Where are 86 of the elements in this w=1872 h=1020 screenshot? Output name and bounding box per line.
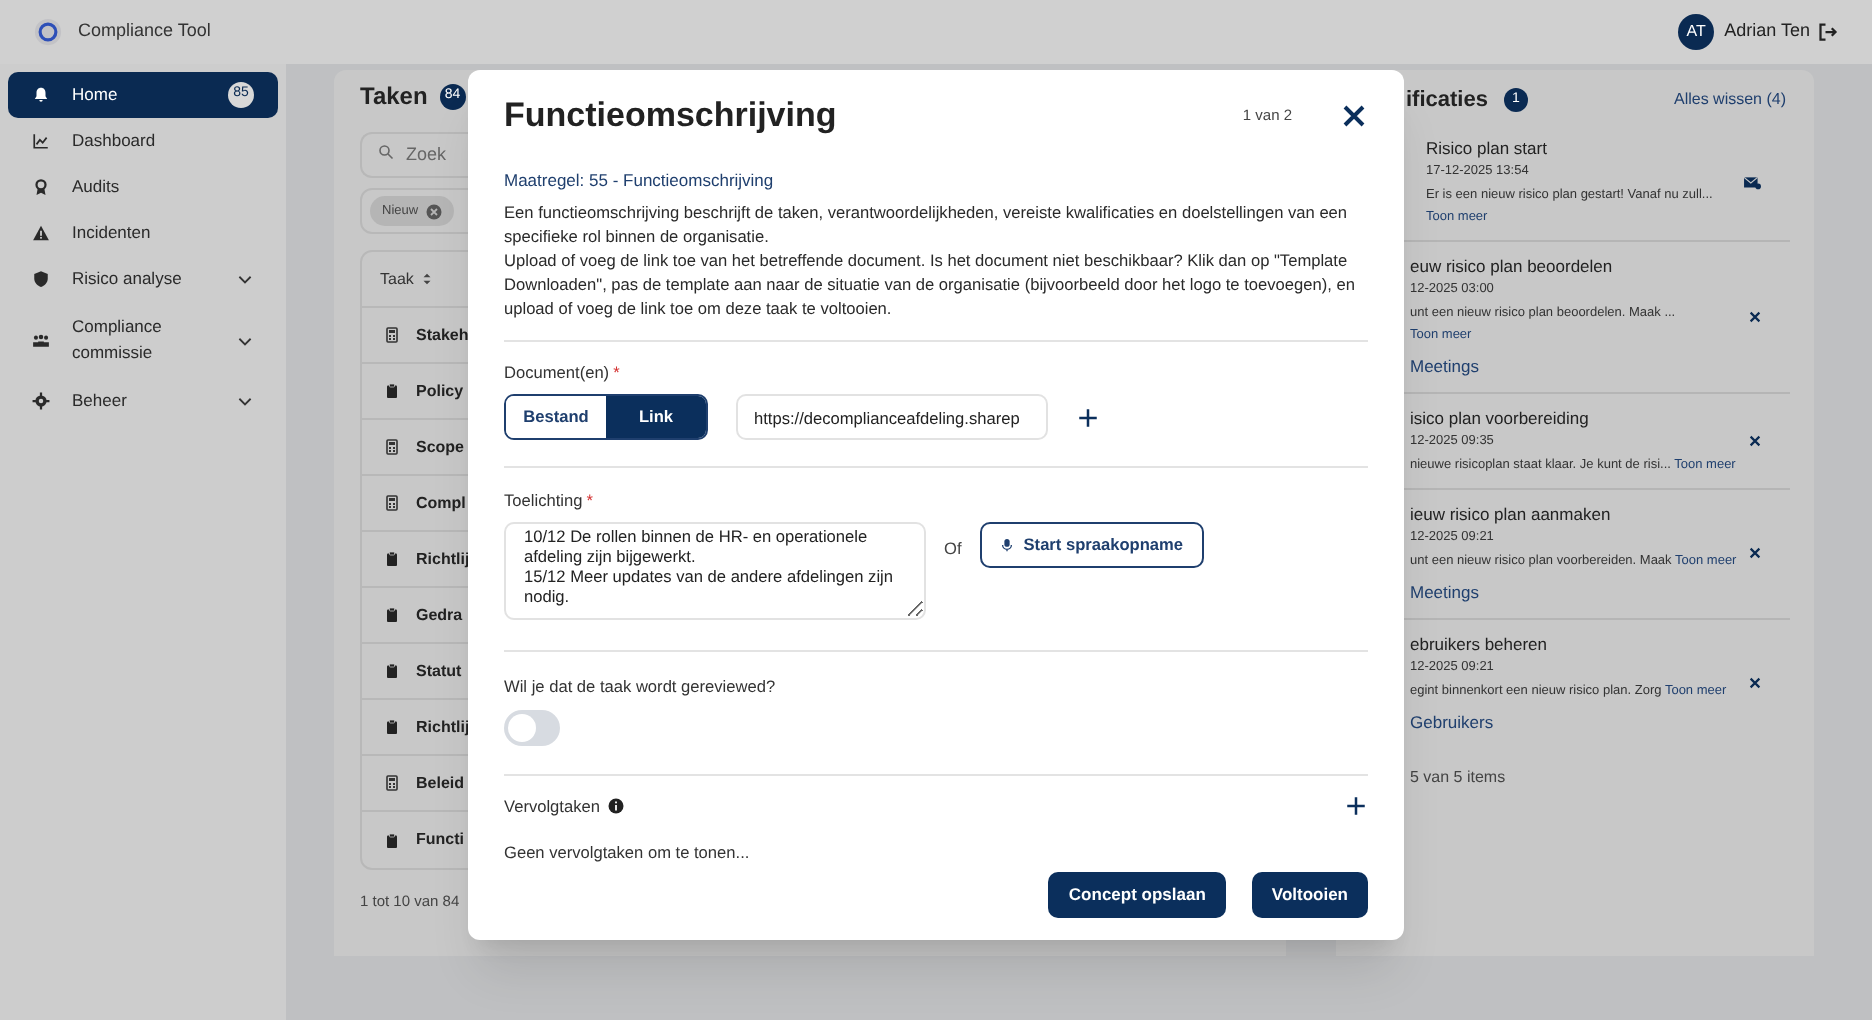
notification-link[interactable]: Meetings [1410, 579, 1479, 605]
required-mark: * [613, 359, 620, 385]
field-label: Document(en) [504, 359, 610, 385]
close-icon [1748, 546, 1762, 561]
task-name[interactable]: Policy [416, 379, 464, 403]
description-text: Een functieomschrijving beschrijft de taken, verantwoordelijkheden, vereiste kwalificaties en doelstellingen van een specifieke rol binnen de organisatie. [504, 199, 1350, 248]
voice-record-button[interactable]: Start spraakopname [979, 521, 1204, 568]
plus-icon [1078, 407, 1098, 428]
plus-icon [1346, 796, 1366, 817]
task-name[interactable]: Richtlij [416, 547, 470, 571]
line-chart-icon [32, 132, 50, 150]
calculator-icon [384, 438, 400, 456]
review-question: Wil je dat de taak wordt gereviewed? [504, 673, 778, 699]
shield-icon [32, 270, 50, 288]
close-icon [1748, 675, 1762, 690]
bell-icon [32, 86, 50, 104]
action-button[interactable]: Voltooien [1251, 871, 1368, 918]
calculator-icon [384, 774, 400, 792]
empty-message: Geen vervolgtaken om te tonen... [504, 839, 752, 864]
field-label: Toelichting [504, 488, 583, 514]
explanation-field[interactable]: 10/12 De rollen binnen de HR- en operationele afdeling zijn bijgewerkt. 15/12 Meer updates van de andere afdelingen zijn nodig. [504, 521, 926, 620]
clipboard-icon [384, 382, 400, 400]
sort-icon [419, 272, 434, 286]
or-label: Of [944, 535, 962, 561]
notification-title: ebruikers beheren [1410, 631, 1550, 655]
clipboard-icon [384, 831, 400, 849]
pagination-info: 5 van 5 items [1410, 766, 1506, 791]
microphone-icon [999, 535, 1014, 554]
envelope-icon [1741, 173, 1762, 191]
task-name[interactable]: Compl [416, 491, 466, 515]
clipboard-icon [384, 662, 400, 680]
sidebar-item[interactable]: Audits [8, 164, 278, 210]
clear-all-link[interactable]: Alles wissen (4) [1673, 88, 1786, 112]
add-button[interactable] [1076, 405, 1100, 430]
user-name: Adrian Ten [1724, 18, 1810, 45]
clipboard-icon [384, 606, 400, 624]
task-name[interactable]: Gedra [416, 603, 463, 627]
description-text: Upload of voeg de link toe van het betreffende document. Is het document niet beschikbaar? Klik dan op "Template Downloaden", pas de template aan naar de situatie van de organisatie (bijvoorbeeld door het logo te toevoegen), en upload of voeg de link toe om deze taak te voltooien. [504, 247, 1357, 320]
sidebar-item[interactable]: Beheer [8, 378, 278, 424]
link-field[interactable]: https://decomplianceafdeling.sharep [736, 394, 1048, 441]
task-name[interactable]: Functi [416, 828, 464, 852]
close-button[interactable] [1340, 102, 1368, 130]
action-button[interactable]: Concept opslaan [1048, 871, 1226, 918]
task-name[interactable]: Statut [416, 659, 462, 683]
user-avatar[interactable]: AT [1678, 14, 1715, 50]
panel-title: Taken [360, 80, 428, 114]
column-header[interactable]: Taak [380, 267, 414, 291]
modal-title: Functieomschrijving [504, 94, 837, 139]
award-icon [32, 178, 50, 196]
required-mark: * [586, 488, 593, 514]
notification-title: Risico plan start [1426, 136, 1549, 160]
warning-icon [32, 224, 50, 242]
segment-tab[interactable]: Link [606, 396, 706, 439]
notification-link[interactable]: Meetings [1410, 354, 1479, 380]
sidebar-item[interactable]: Compliance commissie [8, 302, 278, 378]
task-name[interactable]: Stakeh [416, 323, 469, 347]
clipboard-icon [384, 718, 400, 736]
calculator-icon [384, 494, 400, 512]
people-icon [32, 331, 50, 349]
close-icon [1342, 104, 1366, 128]
logout-icon [1818, 22, 1838, 42]
remove-icon [426, 203, 443, 219]
task-name[interactable]: Richtlij [416, 715, 470, 739]
clipboard-icon [384, 550, 400, 568]
panel-title: ificaties [1406, 85, 1488, 116]
notification-title: euw risico plan beoordelen [1410, 254, 1615, 278]
search-icon [378, 144, 394, 160]
sidebar-item[interactable]: Incidenten [8, 210, 278, 256]
sidebar-item[interactable]: Risico analyse [8, 256, 278, 302]
info-icon [607, 798, 624, 815]
section-label: Vervolgtaken [504, 794, 600, 819]
task-name[interactable]: Beleid [416, 771, 465, 795]
app-title: Compliance Tool [78, 18, 211, 45]
logo-icon [34, 18, 62, 46]
notification-title: isico plan voorbereiding [1410, 405, 1591, 430]
review-toggle[interactable] [504, 710, 560, 747]
measure-label: Maatregel: 55 - Functieomschrijving [504, 168, 776, 194]
task-name[interactable]: Scope [416, 435, 465, 459]
search-field[interactable]: Zoek [360, 131, 468, 177]
add-button[interactable] [1344, 794, 1368, 819]
sidebar-item[interactable]: Dashboard [8, 118, 278, 164]
close-icon [1748, 433, 1762, 448]
notification-title: ieuw risico plan aanmaken [1410, 501, 1613, 526]
close-icon [1748, 309, 1762, 324]
calculator-icon [384, 326, 400, 344]
notification-link[interactable]: Gebruikers [1410, 709, 1494, 735]
